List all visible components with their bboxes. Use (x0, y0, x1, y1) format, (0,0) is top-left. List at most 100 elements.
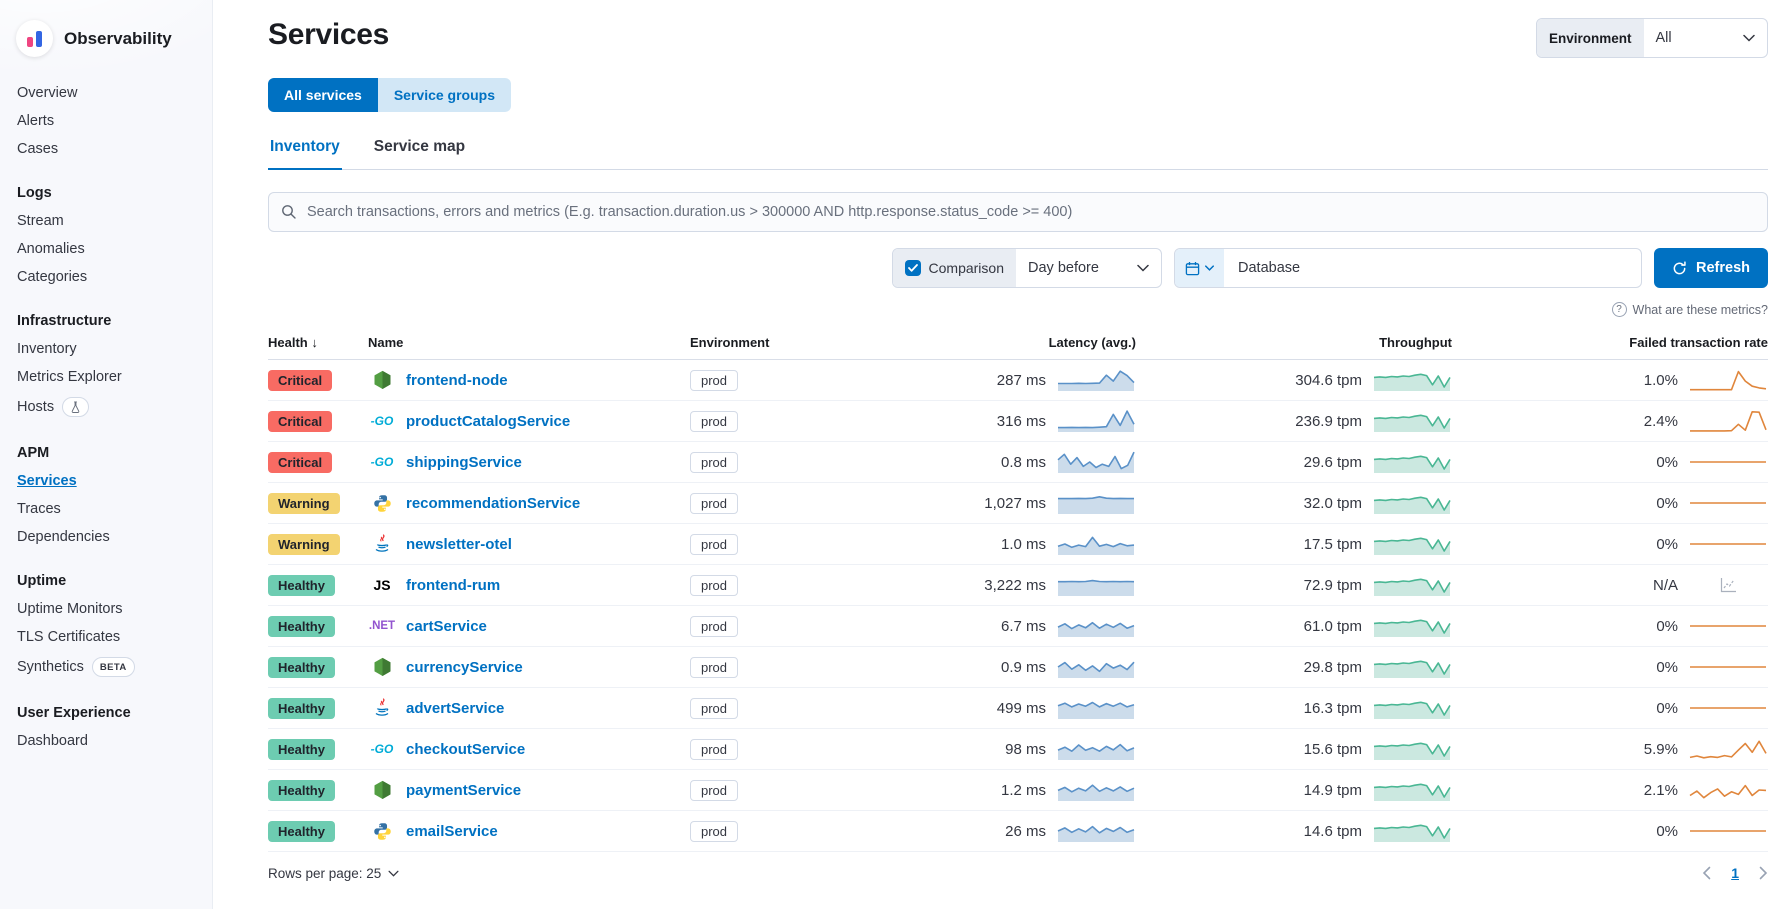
health-badge: Healthy (268, 739, 335, 760)
na-chart-icon (1720, 577, 1737, 593)
column-header-name[interactable]: Name (368, 335, 690, 350)
metrics-help-link[interactable]: ? What are these metrics? (268, 302, 1768, 317)
service-link[interactable]: paymentService (406, 782, 521, 799)
health-badge: Healthy (268, 657, 335, 678)
table-row[interactable]: Healthy -GO checkoutService prod 98 ms 1… (268, 729, 1768, 770)
environment-pill: prod (690, 370, 738, 391)
latency-sparkline (1056, 613, 1136, 639)
column-header-environment[interactable]: Environment (690, 335, 820, 350)
sidebar-item-uptime-monitors[interactable]: Uptime Monitors (0, 595, 212, 623)
latency-value: 0.9 ms (1001, 659, 1046, 676)
service-link[interactable]: newsletter-otel (406, 536, 512, 553)
comparison-period-select[interactable]: Day before (1016, 249, 1161, 287)
nav-header-logs: Logs (0, 179, 212, 207)
sidebar-item-services[interactable]: Services (0, 467, 212, 495)
failed-rate-sparkline-slot (1688, 531, 1768, 557)
sidebar-item-inventory[interactable]: Inventory (0, 335, 212, 363)
page-number[interactable]: 1 (1731, 865, 1739, 881)
throughput-value: 32.0 tpm (1304, 495, 1362, 512)
column-header-latency[interactable]: Latency (avg.) (820, 335, 1136, 350)
health-badge: Critical (268, 411, 332, 432)
sidebar-item-dependencies[interactable]: Dependencies (0, 523, 212, 551)
all-services-button[interactable]: All services (268, 78, 378, 112)
service-groups-button[interactable]: Service groups (378, 78, 511, 112)
throughput-value: 14.6 tpm (1304, 823, 1362, 840)
throughput-value: 72.9 tpm (1304, 577, 1362, 594)
service-link[interactable]: cartService (406, 618, 487, 635)
environment-select-value: All (1656, 30, 1672, 46)
python-icon (373, 494, 392, 513)
column-header-health[interactable]: Health ↓ (268, 335, 368, 350)
sidebar-item-traces[interactable]: Traces (0, 495, 212, 523)
throughput-value: 29.8 tpm (1304, 659, 1362, 676)
column-header-failed-rate[interactable]: Failed transaction rate (1452, 335, 1768, 350)
service-link[interactable]: frontend-node (406, 372, 508, 389)
table-row[interactable]: Critical -GO productCatalogService prod … (268, 401, 1768, 442)
latency-value: 1,027 ms (984, 495, 1046, 512)
app-logo[interactable]: Observability (0, 16, 212, 79)
environment-pill: prod (690, 575, 738, 596)
service-link[interactable]: frontend-rum (406, 577, 500, 594)
sidebar: Observability Overview Alerts Cases Logs… (0, 0, 213, 909)
date-range-value[interactable]: Database (1224, 249, 1314, 287)
table-row[interactable]: Healthy currencyService prod 0.9 ms 29.8… (268, 647, 1768, 688)
sidebar-item-overview[interactable]: Overview (0, 79, 212, 107)
service-link[interactable]: shippingService (406, 454, 522, 471)
python-icon (373, 822, 392, 841)
table-row[interactable]: Healthy .NET cartService prod 6.7 ms 61.… (268, 606, 1768, 647)
dotnet-icon: .NET (369, 620, 395, 632)
sidebar-item-anomalies[interactable]: Anomalies (0, 235, 212, 263)
table-row[interactable]: Warning recommendationService prod 1,027… (268, 483, 1768, 524)
question-mark-icon: ? (1612, 302, 1627, 317)
date-quick-select-button[interactable] (1175, 249, 1224, 287)
service-link[interactable]: checkoutService (406, 741, 525, 758)
table-row[interactable]: Healthy paymentService prod 1.2 ms 14.9 … (268, 770, 1768, 811)
service-link[interactable]: advertService (406, 700, 504, 717)
runtime-icon-slot (368, 370, 396, 390)
failed-rate-value: 0% (1656, 495, 1678, 512)
service-link[interactable]: emailService (406, 823, 498, 840)
throughput-value: 61.0 tpm (1304, 618, 1362, 635)
failed-rate-value: 0% (1656, 700, 1678, 717)
throughput-value: 17.5 tpm (1304, 536, 1362, 553)
sidebar-item-metrics-explorer[interactable]: Metrics Explorer (0, 363, 212, 391)
refresh-button[interactable]: Refresh (1654, 248, 1768, 288)
sidebar-item-synthetics[interactable]: Synthetics BETA (0, 651, 212, 683)
table-row[interactable]: Critical frontend-node prod 287 ms 304.6… (268, 360, 1768, 401)
rows-per-page-select[interactable]: Rows per page: 25 (268, 866, 399, 881)
latency-value: 1.0 ms (1001, 536, 1046, 553)
health-badge: Warning (268, 534, 340, 555)
sidebar-item-stream[interactable]: Stream (0, 207, 212, 235)
table-row[interactable]: Healthy JS frontend-rum prod 3,222 ms 72… (268, 565, 1768, 606)
environment-select[interactable]: Environment All (1536, 18, 1768, 58)
throughput-sparkline (1372, 736, 1452, 762)
comparison-control: Comparison Day before (892, 248, 1162, 288)
sidebar-item-cases[interactable]: Cases (0, 135, 212, 163)
service-link[interactable]: recommendationService (406, 495, 580, 512)
column-header-throughput[interactable]: Throughput (1136, 335, 1452, 350)
sidebar-item-alerts[interactable]: Alerts (0, 107, 212, 135)
nav-section-logs: Logs Stream Anomalies Categories (0, 179, 212, 291)
sidebar-item-categories[interactable]: Categories (0, 263, 212, 291)
search-input[interactable] (307, 204, 1755, 220)
sidebar-item-dashboard[interactable]: Dashboard (0, 727, 212, 755)
go-icon: -GO (371, 414, 394, 428)
table-row[interactable]: Warning newsletter-otel prod 1.0 ms 17.5… (268, 524, 1768, 565)
service-link[interactable]: productCatalogService (406, 413, 570, 430)
previous-page-button[interactable] (1702, 866, 1711, 880)
sidebar-item-tls-certificates[interactable]: TLS Certificates (0, 623, 212, 651)
table-row[interactable]: Critical -GO shippingService prod 0.8 ms… (268, 442, 1768, 483)
comparison-checkbox[interactable] (905, 260, 921, 276)
sidebar-item-hosts[interactable]: Hosts (0, 391, 212, 423)
latency-sparkline (1056, 736, 1136, 762)
table-row[interactable]: Healthy advertService prod 499 ms 16.3 t… (268, 688, 1768, 729)
next-page-button[interactable] (1759, 866, 1768, 880)
table-row[interactable]: Healthy emailService prod 26 ms 14.6 tpm… (268, 811, 1768, 852)
tab-service-map[interactable]: Service map (372, 138, 467, 169)
tab-inventory[interactable]: Inventory (268, 138, 342, 170)
failed-rate-value: N/A (1653, 577, 1678, 594)
failed-rate-sparkline (1688, 654, 1768, 680)
chevron-down-icon (388, 870, 399, 877)
failed-rate-sparkline (1688, 531, 1768, 557)
service-link[interactable]: currencyService (406, 659, 523, 676)
